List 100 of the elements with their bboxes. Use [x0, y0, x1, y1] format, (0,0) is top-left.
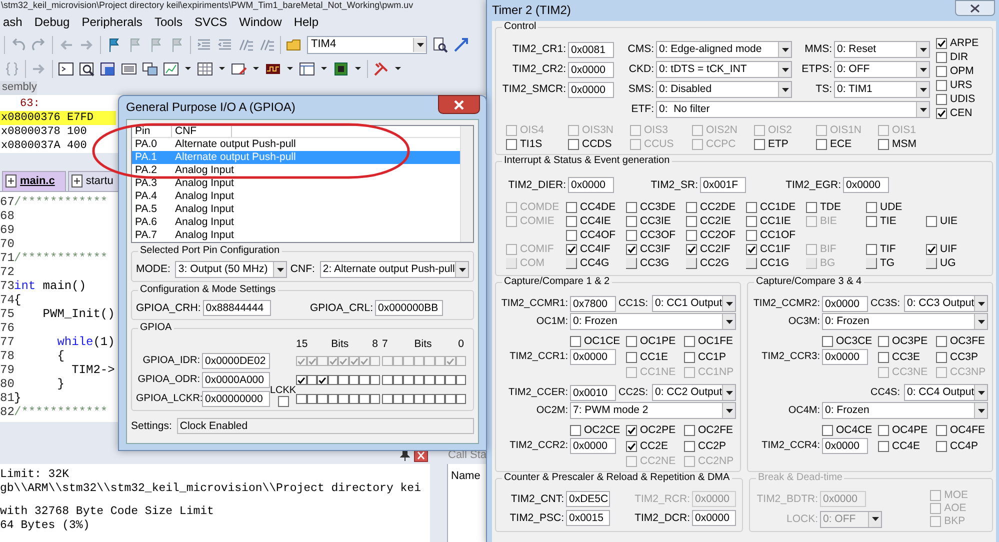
checkbox[interactable] — [936, 80, 947, 91]
input-field[interactable]: 0x0000 — [568, 177, 614, 193]
dropdown[interactable]: 7: PWM mode 2 — [570, 402, 736, 419]
dropdown[interactable]: 0: CC2 Output — [652, 384, 736, 401]
close-button[interactable] — [955, 0, 995, 16]
checkbox[interactable] — [866, 202, 877, 213]
dropdown[interactable]: 0: No filter — [656, 101, 930, 118]
checkbox[interactable] — [746, 244, 757, 255]
checkbox[interactable] — [684, 440, 695, 452]
checkbox[interactable] — [626, 202, 637, 213]
pin-icon[interactable] — [400, 449, 410, 462]
checkbox[interactable] — [392, 375, 403, 385]
checkbox[interactable] — [348, 375, 359, 385]
close-button[interactable] — [438, 95, 480, 114]
input-field[interactable]: 0x0000 — [822, 349, 868, 365]
checkbox[interactable] — [306, 375, 317, 385]
folder-icon[interactable] — [286, 36, 302, 53]
tools-icon[interactable] — [373, 60, 389, 77]
input-field[interactable]: 0x0081 — [568, 42, 614, 58]
trigger-button[interactable] — [866, 258, 877, 269]
checkbox[interactable] — [866, 244, 877, 255]
window-magnifier-icon[interactable] — [79, 60, 95, 77]
checkbox[interactable] — [370, 394, 380, 404]
terminal-window-icon[interactable] — [58, 60, 74, 77]
chart-window-icon[interactable] — [163, 60, 179, 77]
checkbox[interactable] — [936, 94, 947, 105]
checkbox[interactable] — [746, 216, 757, 227]
checkbox[interactable] — [424, 375, 434, 385]
checkbox[interactable] — [746, 230, 757, 241]
checkbox[interactable] — [403, 375, 414, 385]
checkbox[interactable] — [926, 244, 937, 255]
checkbox[interactable] — [445, 375, 456, 385]
checkbox[interactable] — [936, 108, 947, 119]
checkbox[interactable] — [506, 138, 517, 150]
dropdown[interactable]: 0: CC4 Output — [904, 384, 988, 401]
checkbox[interactable] — [822, 425, 833, 436]
trigger-button[interactable] — [566, 258, 577, 269]
input-field[interactable]: 0x00000000 — [202, 391, 270, 407]
list-row[interactable]: PA.6 Analog Input — [132, 216, 460, 229]
trigger-button[interactable] — [686, 258, 697, 269]
checkbox[interactable] — [414, 375, 424, 385]
checkbox[interactable] — [926, 216, 937, 227]
dropdown[interactable]: 0: Frozen — [822, 402, 988, 419]
checkbox[interactable] — [359, 375, 370, 385]
checkbox[interactable] — [403, 394, 414, 404]
checkbox[interactable] — [296, 394, 306, 404]
window-icon[interactable] — [100, 60, 116, 77]
arrows-icon[interactable] — [453, 36, 469, 53]
input-field[interactable]: 0x0015 — [566, 510, 610, 526]
checkbox[interactable] — [684, 352, 695, 362]
checkbox[interactable] — [686, 244, 697, 255]
checkbox[interactable] — [382, 394, 392, 404]
input-field[interactable]: 0x0000 — [843, 177, 889, 193]
dropdown[interactable]: 0: Edge-aligned mode — [656, 41, 792, 58]
column-header[interactable]: Pin — [132, 126, 172, 137]
checkbox[interactable] — [348, 394, 359, 404]
file-tab[interactable]: startu — [68, 170, 120, 191]
checkbox[interactable] — [445, 394, 456, 404]
checkbox[interactable] — [328, 394, 338, 404]
list-row[interactable]: PA.2 Analog Input — [132, 164, 460, 177]
checkbox[interactable] — [296, 375, 306, 385]
checkbox[interactable] — [566, 230, 577, 241]
checkbox[interactable] — [359, 394, 370, 404]
input-field[interactable]: 0x0000 — [822, 296, 868, 312]
checkbox[interactable] — [878, 138, 889, 150]
input-field[interactable]: 0x0000 — [692, 510, 736, 526]
input-field[interactable]: 0x000000BB — [375, 300, 443, 316]
dropdown[interactable]: 0: Disabled — [656, 81, 792, 98]
checkbox[interactable] — [434, 394, 445, 404]
input-field[interactable]: 0x001F — [700, 177, 746, 193]
checkbox[interactable] — [434, 375, 445, 385]
checkbox[interactable] — [686, 202, 697, 213]
grid-window-icon[interactable] — [197, 60, 213, 77]
input-field[interactable]: 0x0000 — [822, 438, 868, 454]
checkbox[interactable] — [936, 52, 947, 63]
checkbox[interactable] — [392, 394, 403, 404]
input-field[interactable]: 0xDE5C — [566, 491, 610, 507]
target-dropdown[interactable]: TIM4 — [307, 36, 427, 54]
file-tab[interactable]: main.c — [2, 170, 66, 191]
checkbox[interactable] — [878, 352, 889, 362]
checkbox[interactable] — [746, 202, 757, 213]
dropdown[interactable]: 0: Reset — [834, 41, 930, 58]
checkbox[interactable] — [570, 425, 581, 436]
input-field[interactable]: 0x0000A000 — [202, 372, 270, 388]
checkbox[interactable] — [686, 216, 697, 227]
checkbox[interactable] — [278, 396, 288, 407]
checkbox[interactable] — [684, 425, 695, 436]
window-pen-icon[interactable] — [231, 60, 247, 77]
checkbox[interactable] — [866, 216, 877, 227]
checkbox[interactable] — [684, 336, 695, 347]
dropdown[interactable]: 0: Frozen — [570, 313, 736, 330]
checkbox[interactable] — [456, 375, 466, 385]
checkbox[interactable] — [686, 230, 697, 241]
checkbox[interactable] — [936, 440, 947, 452]
dropdown[interactable]: 0: tDTS = tCK_INT — [656, 61, 792, 78]
checkbox[interactable] — [626, 440, 637, 452]
menu-item[interactable]: Tools — [154, 14, 182, 30]
trigger-button[interactable] — [926, 258, 937, 269]
checkbox[interactable] — [424, 394, 434, 404]
input-field[interactable]: 0x7800 — [570, 296, 616, 312]
